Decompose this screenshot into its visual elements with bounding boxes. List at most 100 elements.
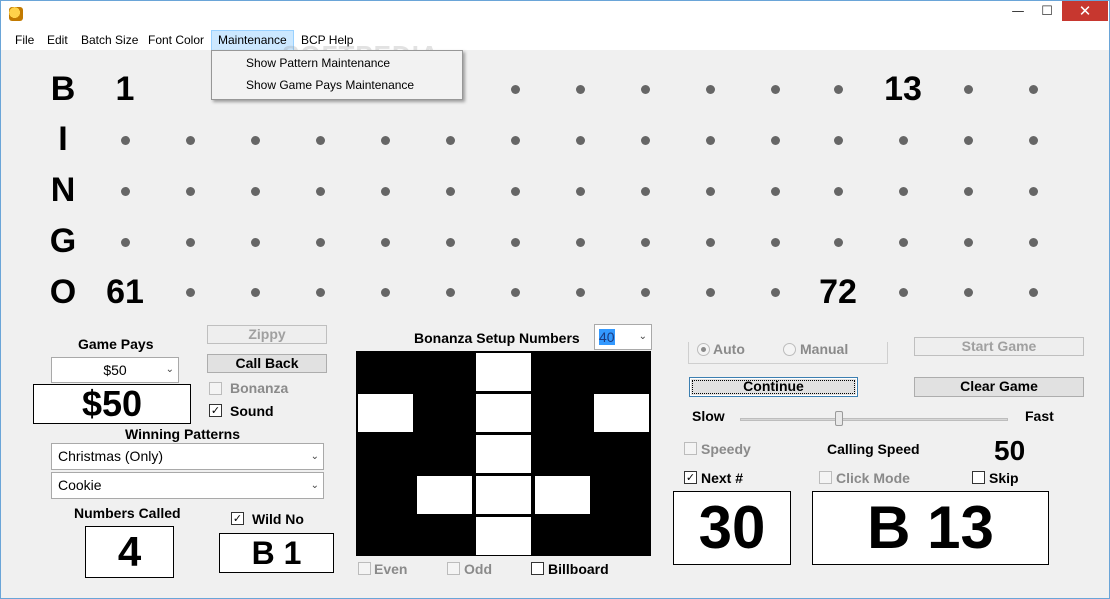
board-dot <box>446 238 455 247</box>
auto-label: Auto <box>713 341 745 357</box>
board-dot <box>381 136 390 145</box>
letter-g: G <box>49 222 77 260</box>
bonanza-cell[interactable] <box>534 393 591 433</box>
board-dot <box>251 187 260 196</box>
billboard-checkbox[interactable] <box>531 562 544 575</box>
current-call-display: B 13 <box>812 491 1049 565</box>
board-dot <box>641 238 650 247</box>
bonanza-cell[interactable] <box>357 475 414 515</box>
board-dot <box>899 187 908 196</box>
board-dot <box>899 136 908 145</box>
board-dot <box>576 238 585 247</box>
game-pays-value: $50 <box>103 362 127 378</box>
manual-label: Manual <box>800 341 849 357</box>
menu-batch-size[interactable]: Batch Size <box>75 30 144 51</box>
close-button[interactable]: ✕ <box>1062 0 1108 21</box>
board-dot <box>316 136 325 145</box>
bonanza-cell[interactable] <box>593 475 650 515</box>
menu-show-game-pays-maintenance[interactable]: Show Game Pays Maintenance <box>246 78 414 92</box>
bonanza-cell[interactable] <box>593 516 650 556</box>
board-dot <box>446 187 455 196</box>
bonanza-cell[interactable] <box>416 475 473 515</box>
speed-slider-thumb[interactable] <box>835 411 844 426</box>
board-dot <box>446 136 455 145</box>
menu-file[interactable]: File <box>9 30 40 51</box>
bonanza-number-value: 40 <box>599 329 615 345</box>
bonanza-cell[interactable] <box>475 352 532 392</box>
bonanza-number-select[interactable]: 40 ⌄ <box>594 324 652 350</box>
minimize-button[interactable]: — <box>1003 0 1033 22</box>
start-game-button[interactable]: Start Game <box>914 337 1084 356</box>
menu-show-pattern-maintenance[interactable]: Show Pattern Maintenance <box>246 56 390 70</box>
board-dot <box>186 187 195 196</box>
sound-checkbox[interactable]: ✓ <box>209 404 222 417</box>
menu-edit[interactable]: Edit <box>41 30 74 51</box>
bonanza-cell[interactable] <box>475 516 532 556</box>
zippy-button[interactable]: Zippy <box>207 325 327 344</box>
board-dot <box>964 85 973 94</box>
board-dot <box>576 85 585 94</box>
bonanza-label: Bonanza <box>230 380 289 396</box>
continue-button[interactable]: Continue <box>689 377 858 397</box>
bonanza-cell[interactable] <box>416 434 473 474</box>
bonanza-cell[interactable] <box>475 393 532 433</box>
bonanza-cell[interactable] <box>357 352 414 392</box>
bonanza-cell[interactable] <box>534 352 591 392</box>
clear-game-button[interactable]: Clear Game <box>914 377 1084 397</box>
winning-pattern-select-1[interactable]: Christmas (Only) ⌄ <box>51 443 324 470</box>
bonanza-cell[interactable] <box>416 393 473 433</box>
board-dot <box>576 136 585 145</box>
numbers-called-label: Numbers Called <box>74 505 181 521</box>
wild-no-display: B 1 <box>219 533 334 573</box>
bonanza-cell[interactable] <box>593 434 650 474</box>
bonanza-cell[interactable] <box>475 434 532 474</box>
letter-b: B <box>50 70 76 108</box>
skip-label: Skip <box>989 470 1019 486</box>
bonanza-cell[interactable] <box>534 475 591 515</box>
bonanza-cell[interactable] <box>416 516 473 556</box>
game-pays-select[interactable]: $50 ⌄ <box>51 357 179 383</box>
title-bar <box>0 0 1110 30</box>
wild-no-checkbox[interactable]: ✓ <box>231 512 244 525</box>
menu-font-color[interactable]: Font Color <box>142 30 210 51</box>
bonanza-cell[interactable] <box>357 516 414 556</box>
auto-radio[interactable] <box>697 343 710 356</box>
board-dot <box>511 136 520 145</box>
even-checkbox[interactable] <box>358 562 371 575</box>
bonanza-cell[interactable] <box>475 475 532 515</box>
speedy-label: Speedy <box>701 441 751 457</box>
speedy-checkbox[interactable] <box>684 442 697 455</box>
board-dot <box>771 136 780 145</box>
bonanza-cell[interactable] <box>357 434 414 474</box>
fast-label: Fast <box>1025 408 1054 424</box>
bonanza-cell[interactable] <box>357 393 414 433</box>
bonanza-checkbox[interactable] <box>209 382 222 395</box>
manual-radio[interactable] <box>783 343 796 356</box>
winning-pattern-2-value: Cookie <box>58 477 102 493</box>
skip-checkbox[interactable] <box>972 471 985 484</box>
bonanza-cell[interactable] <box>534 516 591 556</box>
slow-label: Slow <box>692 408 725 424</box>
bonanza-cell[interactable] <box>593 393 650 433</box>
bonanza-cell[interactable] <box>534 434 591 474</box>
odd-checkbox[interactable] <box>447 562 460 575</box>
next-number-label: Next # <box>701 470 744 486</box>
maximize-button[interactable]: ☐ <box>1032 0 1062 22</box>
bonanza-cell[interactable] <box>416 352 473 392</box>
board-dot <box>706 85 715 94</box>
chevron-down-icon: ⌄ <box>638 331 647 342</box>
board-dot <box>381 238 390 247</box>
winning-pattern-select-2[interactable]: Cookie ⌄ <box>51 472 324 499</box>
called-number: 61 <box>106 273 144 311</box>
click-mode-checkbox[interactable] <box>819 471 832 484</box>
letter-o: O <box>49 273 77 311</box>
call-back-button[interactable]: Call Back <box>207 354 327 373</box>
board-dot <box>251 136 260 145</box>
bonanza-cell[interactable] <box>593 352 650 392</box>
called-number: 1 <box>115 70 135 108</box>
board-dot <box>186 136 195 145</box>
speed-slider-track[interactable] <box>740 418 1008 421</box>
board-dot <box>251 288 260 297</box>
bingo-ball-icon[interactable] <box>9 7 23 21</box>
next-number-checkbox[interactable]: ✓ <box>684 471 697 484</box>
